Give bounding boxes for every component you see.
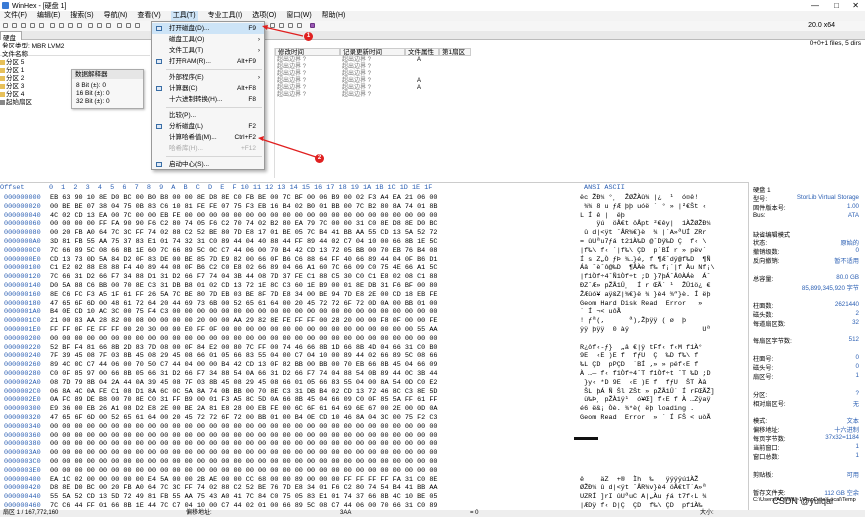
annotation-badge-1: 1 (304, 32, 313, 41)
watermark: CSDN @yulqai (772, 496, 833, 506)
annotation-badge-2: 2 (315, 154, 324, 163)
arrow-to-calc-hash (260, 138, 317, 158)
arrowhead-1 (262, 25, 268, 30)
arrowhead-2 (258, 136, 264, 141)
annotation-arrows (258, 25, 317, 158)
arrow-to-open-disk (263, 26, 304, 37)
